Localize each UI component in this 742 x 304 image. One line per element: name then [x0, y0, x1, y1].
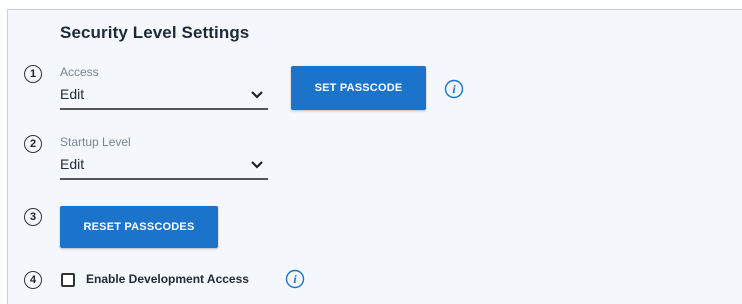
development-access-label: Enable Development Access [86, 272, 249, 286]
access-select[interactable]: Edit [60, 84, 268, 110]
chevron-down-icon [251, 91, 263, 99]
section-title: Security Level Settings [60, 23, 250, 42]
access-label: Access [60, 65, 99, 79]
info-icon-glyph: i [293, 272, 297, 286]
step-number-4: 4 [24, 271, 42, 289]
info-icon-glyph: i [452, 82, 456, 96]
development-access-checkbox[interactable] [61, 273, 75, 287]
startup-level-select[interactable]: Edit [60, 154, 268, 180]
step-number-3: 3 [24, 208, 42, 226]
step-number-1: 1 [24, 65, 42, 83]
reset-passcodes-button[interactable]: RESET PASSCODES [60, 206, 218, 248]
startup-level-label: Startup Level [60, 135, 131, 149]
step-number-2: 2 [24, 135, 42, 153]
info-icon[interactable]: i [285, 269, 305, 289]
access-select-value: Edit [60, 86, 85, 102]
startup-level-select-value: Edit [60, 156, 85, 172]
security-settings-panel: Security Level Settings 1 Access Edit SE… [7, 9, 742, 304]
set-passcode-button[interactable]: SET PASSCODE [291, 66, 426, 110]
chevron-down-icon [251, 161, 263, 169]
info-icon[interactable]: i [444, 79, 464, 99]
